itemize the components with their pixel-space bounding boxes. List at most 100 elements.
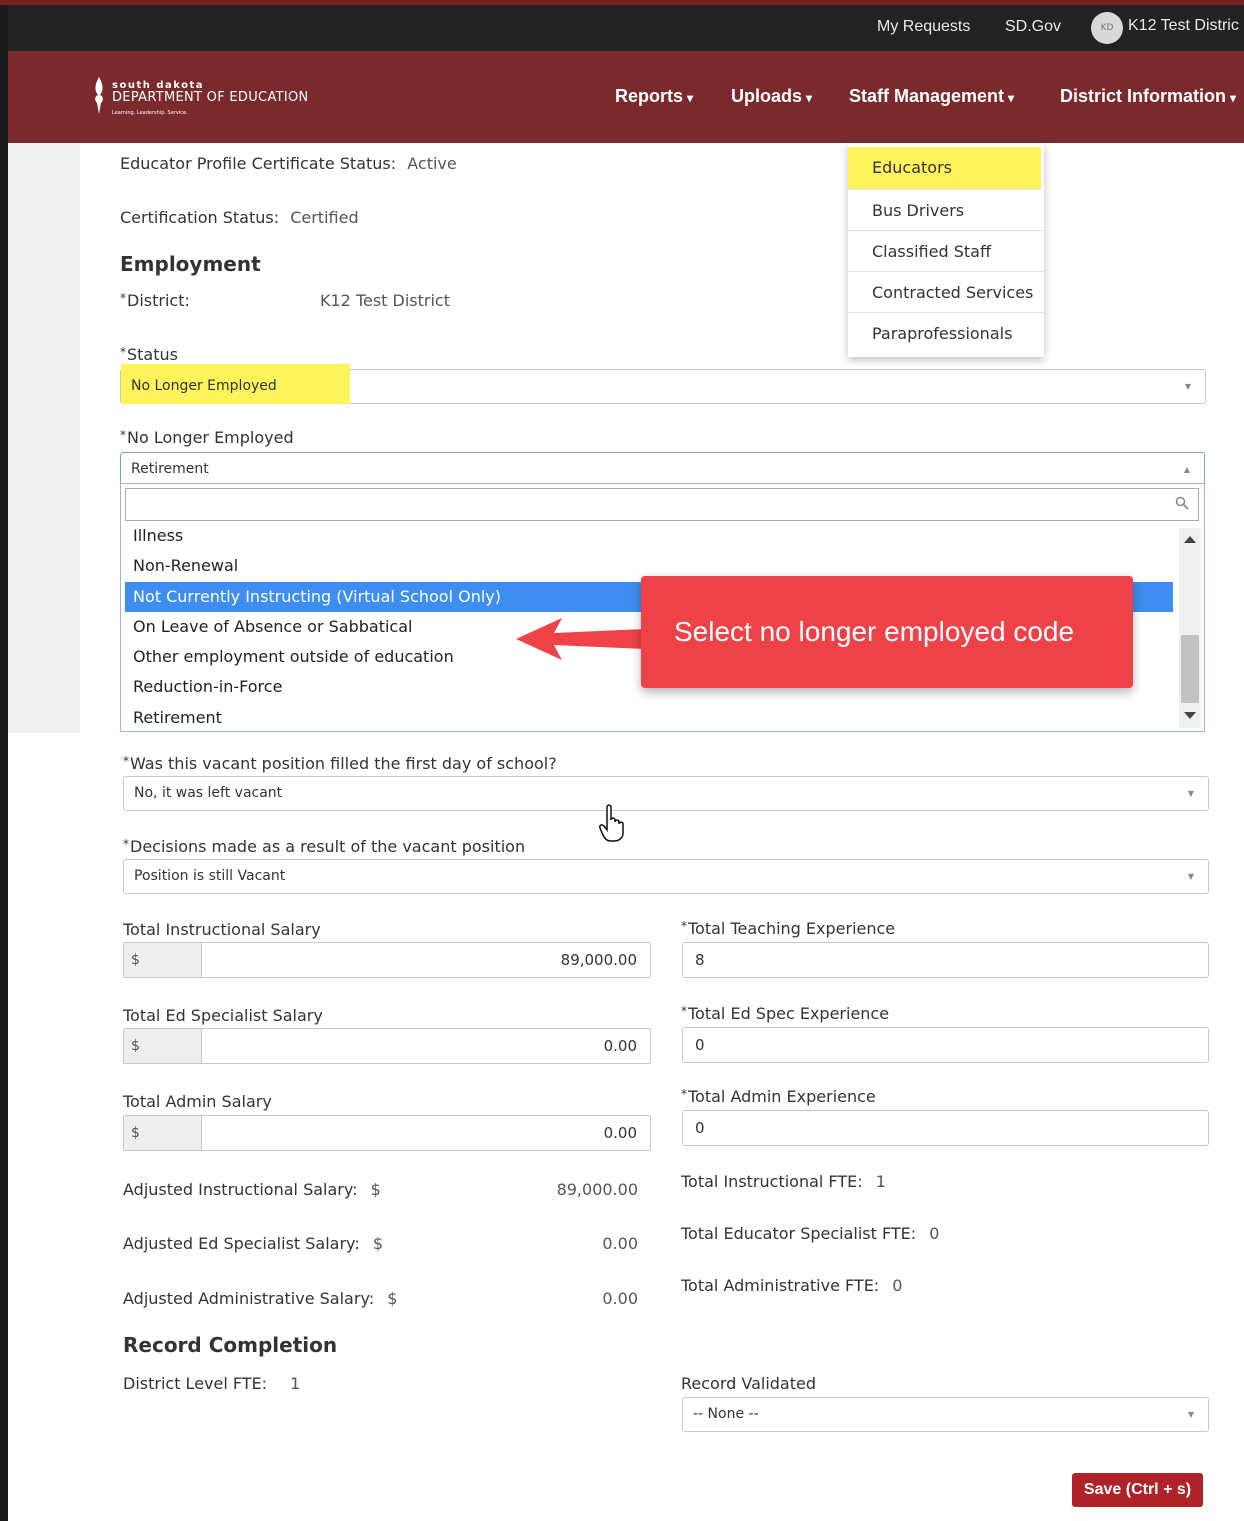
teaching-experience-input[interactable]: 8 <box>682 942 1209 978</box>
status-label: *Status <box>120 345 178 364</box>
educator-specialist-fte-label: Total Educator Specialist FTE: <box>681 1224 917 1243</box>
menu-item-bus-drivers[interactable]: Bus Drivers <box>848 190 1044 231</box>
district-fte-value: 1 <box>290 1374 301 1393</box>
status-label-text: Status <box>127 345 178 364</box>
vacant-label: *Was this vacant position filled the fir… <box>123 754 557 773</box>
side-panel <box>8 143 80 733</box>
hand-cursor-icon <box>599 804 624 842</box>
required-mark: * <box>123 754 129 768</box>
adjusted-administrative-row: Adjusted Administrative Salary: $ <box>123 1289 397 1308</box>
save-button[interactable]: Save (Ctrl + s) <box>1072 1473 1203 1507</box>
instructional-salary-label: Total Instructional Salary <box>123 920 321 939</box>
callout-arrow-icon <box>516 618 646 660</box>
record-validated-select[interactable]: -- None -- ▼ <box>682 1397 1209 1432</box>
ed-spec-experience-input[interactable]: 0 <box>682 1027 1209 1063</box>
admin-salary-input[interactable]: $ 0.00 <box>123 1115 651 1151</box>
nav-uploads-label: Uploads <box>731 86 803 106</box>
dropdown-option[interactable]: Retirement <box>125 703 1173 733</box>
decisions-select-value: Position is still Vacant <box>134 868 286 884</box>
adjusted-instructional-label: Adjusted Instructional Salary: <box>123 1180 358 1199</box>
menu-item-paraprofessionals[interactable]: Paraprofessionals <box>848 313 1044 354</box>
menu-item-educators[interactable]: Educators <box>848 147 1041 190</box>
currency-symbol: $ <box>387 1289 398 1308</box>
admin-experience-label-text: Total Admin Experience <box>688 1087 876 1106</box>
avatar[interactable]: KD <box>1091 12 1123 44</box>
required-mark: * <box>681 1004 687 1018</box>
cert-status-label: Educator Profile Certificate Status: <box>120 154 397 173</box>
adjusted-ed-specialist-row: Adjusted Ed Specialist Salary: $ <box>123 1234 383 1253</box>
search-icon <box>1175 496 1189 510</box>
admin-salary-value: 0.00 <box>603 1124 637 1142</box>
administrative-fte-label: Total Administrative FTE: <box>681 1276 880 1295</box>
decisions-select[interactable]: Position is still Vacant ▼ <box>123 859 1209 894</box>
record-completion-heading: Record Completion <box>123 1333 338 1357</box>
required-mark: * <box>120 345 126 359</box>
adjusted-instructional-value: 89,000.00 <box>556 1180 638 1199</box>
ed-spec-experience-label: *Total Ed Spec Experience <box>681 1004 889 1023</box>
vacant-select-value: No, it was left vacant <box>134 785 283 801</box>
nav-staff-management[interactable]: Staff Management ▾ <box>849 86 1014 107</box>
required-mark: * <box>120 428 126 442</box>
instructional-fte-label: Total Instructional FTE: <box>681 1172 863 1191</box>
user-menu-link[interactable]: K12 Test Distric <box>1128 17 1239 35</box>
decisions-label-text: Decisions made as a result of the vacant… <box>130 837 526 856</box>
caret-down-icon: ▼ <box>1187 872 1194 881</box>
required-mark: * <box>123 837 129 851</box>
teaching-experience-label-text: Total Teaching Experience <box>688 919 896 938</box>
record-validated-value: -- None -- <box>693 1406 759 1422</box>
scroll-down-icon[interactable] <box>1183 711 1197 721</box>
menu-item-contracted-services[interactable]: Contracted Services <box>848 272 1044 313</box>
nle-label-text: No Longer Employed <box>127 428 294 447</box>
admin-salary-label: Total Admin Salary <box>123 1092 272 1111</box>
educator-specialist-fte-value: 0 <box>929 1224 940 1243</box>
currency-symbol: $ <box>372 1234 384 1253</box>
admin-experience-input[interactable]: 0 <box>682 1110 1209 1146</box>
nav-reports-label: Reports <box>615 86 684 106</box>
currency-symbol: $ <box>370 1180 381 1199</box>
logo-line-2: DEPARTMENT OF EDUCATION <box>112 90 309 105</box>
dropdown-search-input[interactable] <box>125 488 1199 521</box>
district-fte-label: District Level FTE: <box>123 1374 268 1393</box>
nav-uploads[interactable]: Uploads ▾ <box>731 86 812 107</box>
required-mark: * <box>681 1087 687 1101</box>
dropdown-option[interactable]: Illness <box>125 521 1173 551</box>
scroll-up-icon[interactable] <box>1183 534 1197 544</box>
sd-gov-link[interactable]: SD.Gov <box>1005 18 1061 36</box>
instructional-salary-input[interactable]: $ 89,000.00 <box>123 942 651 978</box>
admin-experience-label: *Total Admin Experience <box>681 1087 876 1106</box>
educator-specialist-fte-row: Total Educator Specialist FTE: 0 <box>681 1224 939 1243</box>
scrollbar-thumb[interactable] <box>1181 635 1199 703</box>
menu-item-classified-staff[interactable]: Classified Staff <box>848 231 1044 272</box>
required-mark: * <box>681 919 687 933</box>
caret-down-icon: ▾ <box>1008 91 1015 105</box>
currency-addon: $ <box>124 943 202 977</box>
my-requests-link[interactable]: My Requests <box>877 18 970 36</box>
sd-doe-logo[interactable]: south dakota DEPARTMENT OF EDUCATION Lea… <box>92 74 312 124</box>
nle-select[interactable]: Retirement ▲ <box>120 452 1205 487</box>
currency-addon: $ <box>124 1116 202 1150</box>
administrative-fte-row: Total Administrative FTE: 0 <box>681 1276 902 1295</box>
status-select[interactable]: No Longer Employed ▼ <box>120 364 1206 404</box>
district-value: K12 Test District <box>320 291 450 310</box>
required-mark: * <box>120 291 126 305</box>
caret-down-icon: ▼ <box>1184 382 1191 391</box>
caret-down-icon: ▼ <box>1187 789 1194 798</box>
logo-line-3: Learning. Leadership. Service. <box>112 110 188 116</box>
vacant-select[interactable]: No, it was left vacant ▼ <box>123 776 1209 811</box>
district-label-text: District: <box>127 291 190 310</box>
record-validated-label: Record Validated <box>681 1374 816 1393</box>
certification-label: Certification Status: <box>120 208 280 227</box>
decisions-label: *Decisions made as a result of the vacan… <box>123 837 525 856</box>
adjusted-administrative-label: Adjusted Administrative Salary: <box>123 1289 375 1308</box>
caret-down-icon: ▾ <box>806 91 813 105</box>
adjusted-instructional-row: Adjusted Instructional Salary: $ <box>123 1180 381 1199</box>
status-select-value: No Longer Employed <box>131 378 277 394</box>
instructional-fte-row: Total Instructional FTE: 1 <box>681 1172 886 1191</box>
employment-heading: Employment <box>120 252 261 276</box>
ed-specialist-salary-input[interactable]: $ 0.00 <box>123 1028 651 1064</box>
adjusted-administrative-value: 0.00 <box>602 1289 638 1308</box>
nav-reports[interactable]: Reports ▾ <box>615 86 693 107</box>
annotation-callout: Select no longer employed code <box>641 576 1133 688</box>
nav-district-information[interactable]: District Information ▾ <box>1060 86 1236 107</box>
district-fte-row: District Level FTE: 1 <box>123 1374 300 1393</box>
